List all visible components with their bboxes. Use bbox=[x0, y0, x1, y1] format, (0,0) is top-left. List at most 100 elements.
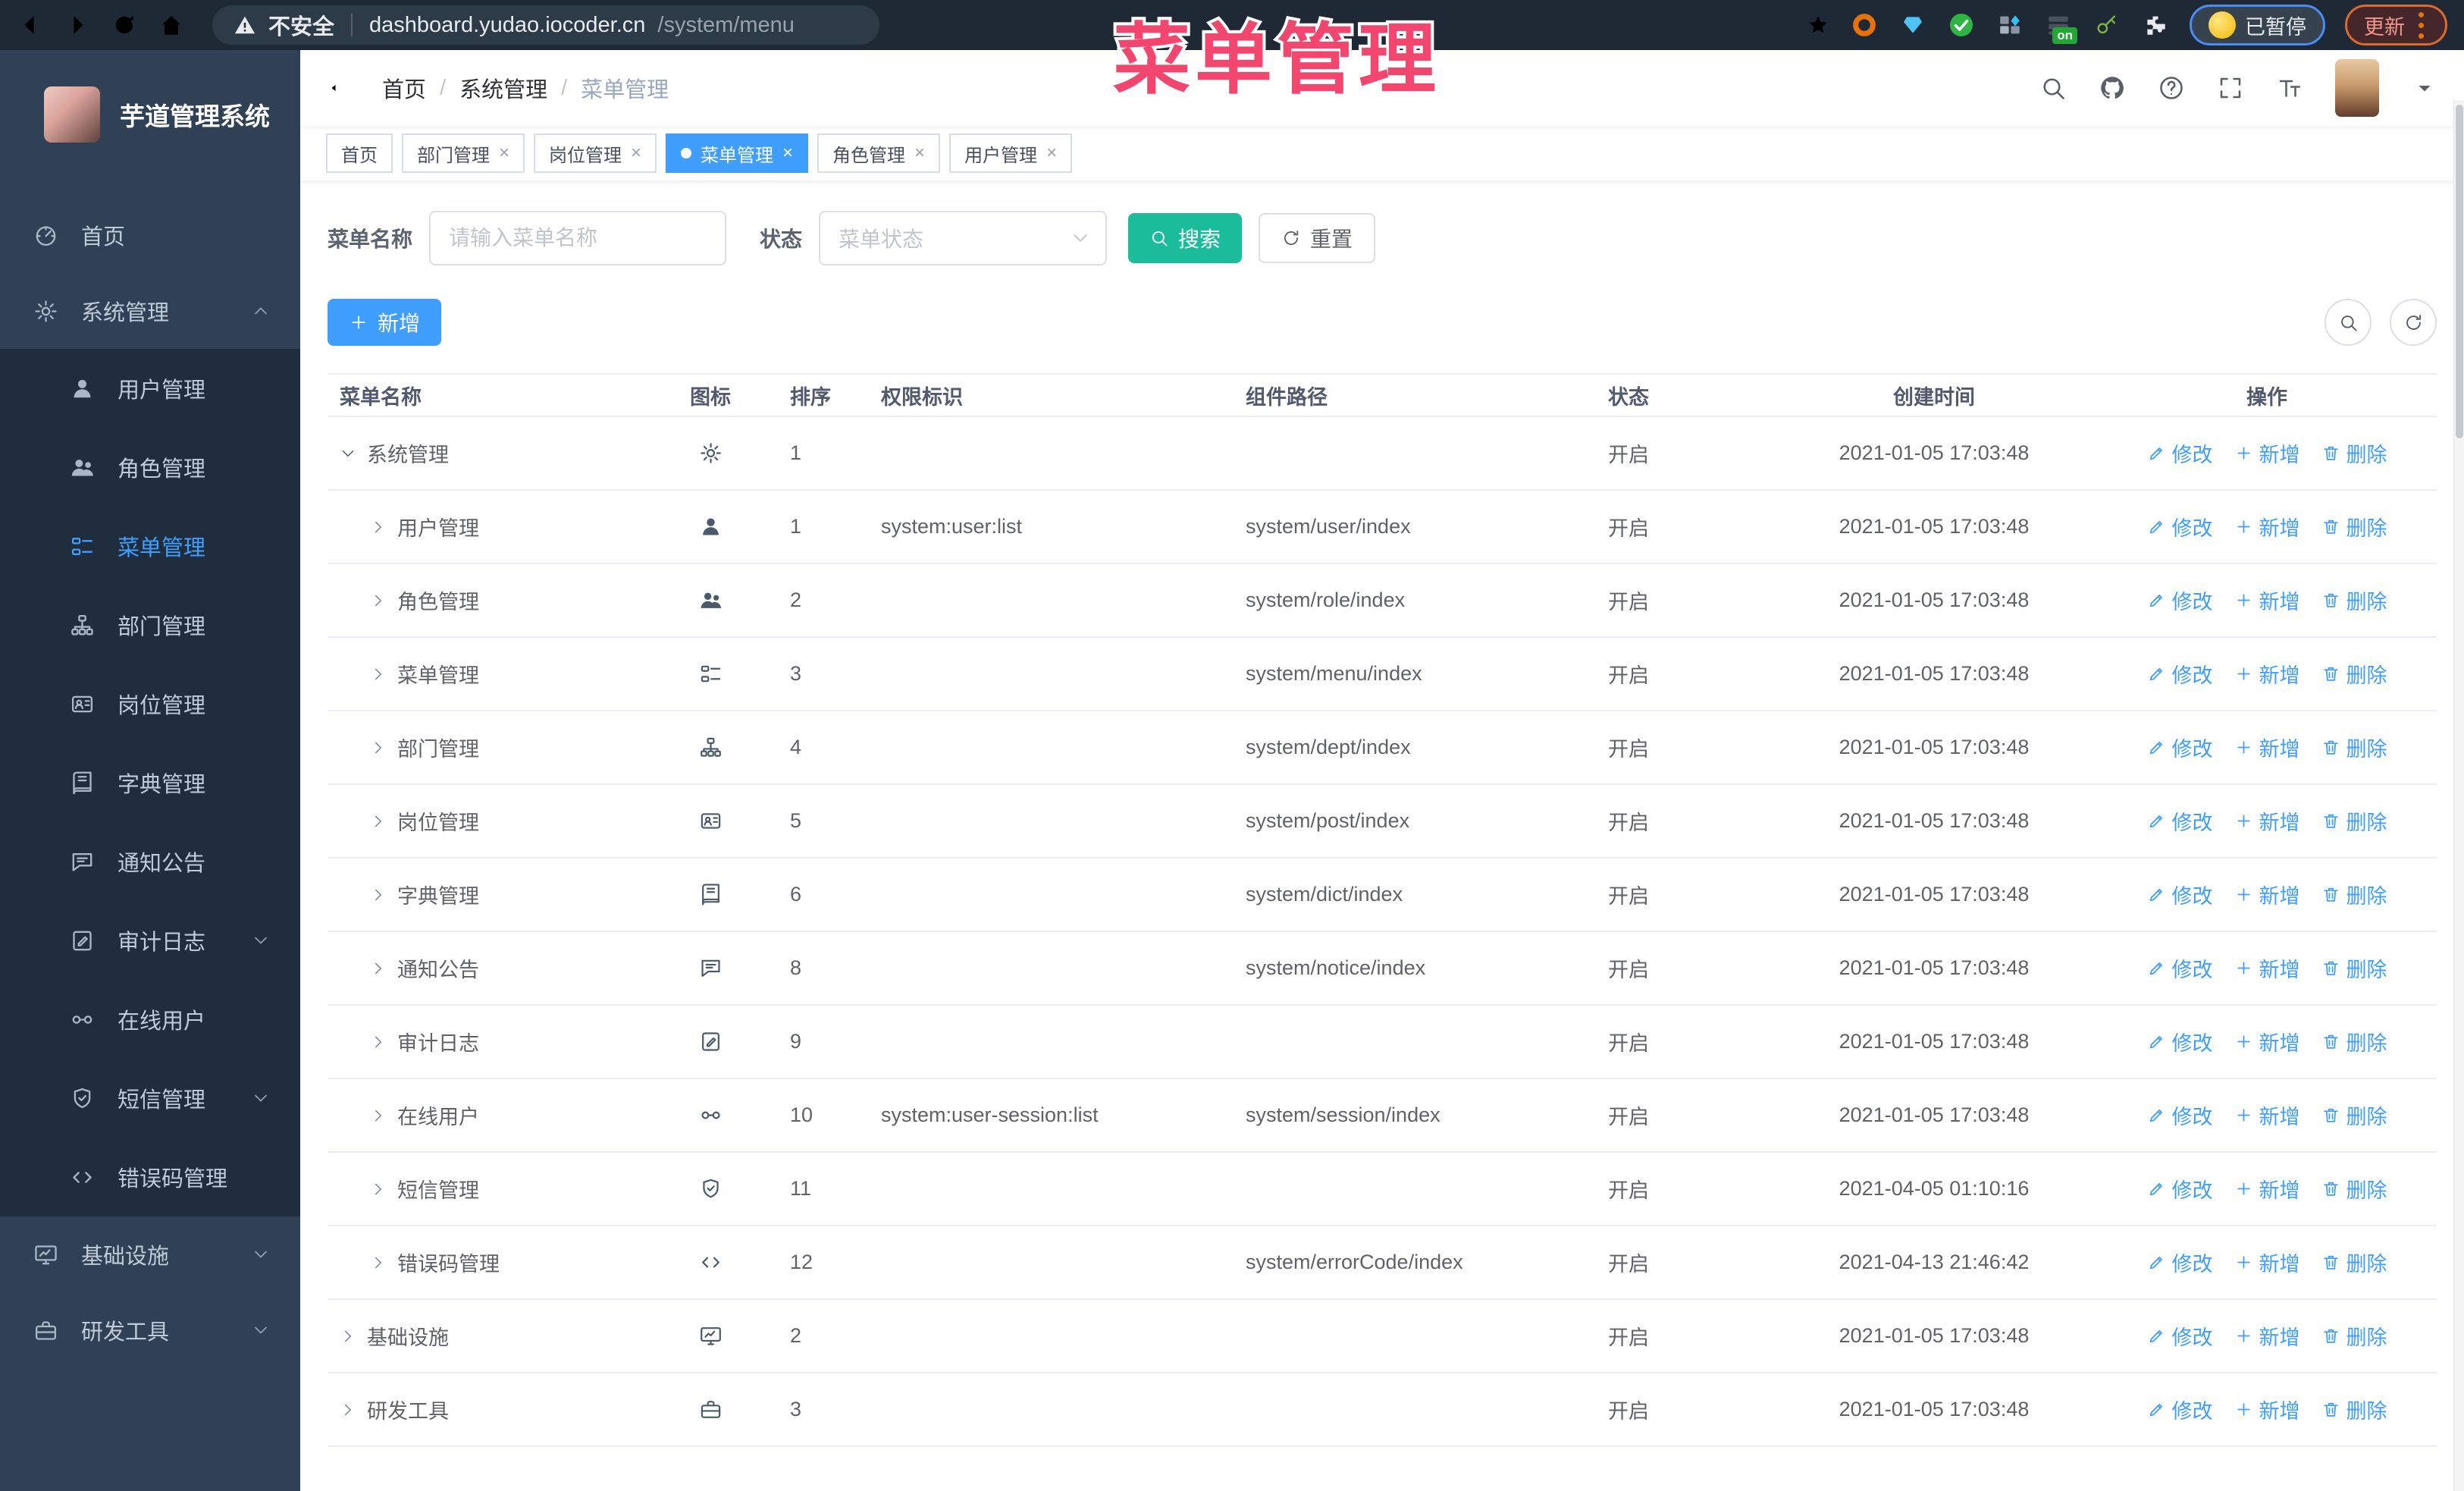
row-expand-icon[interactable] bbox=[370, 739, 387, 756]
tab-menu[interactable]: 菜单管理 × bbox=[666, 133, 809, 173]
tab-role[interactable]: 角色管理 × bbox=[817, 133, 941, 173]
sidebar-item-notice[interactable]: 通知公告 bbox=[0, 822, 300, 901]
tab-dept[interactable]: 部门管理 × bbox=[402, 133, 525, 173]
row-expand-icon[interactable] bbox=[370, 1034, 387, 1050]
row-expand-icon[interactable] bbox=[340, 445, 356, 462]
add-action[interactable]: 新增 bbox=[2234, 1174, 2300, 1204]
sidebar-item-audit[interactable]: 审计日志 bbox=[0, 901, 300, 980]
edit-action[interactable]: 修改 bbox=[2147, 880, 2213, 909]
menu-name-input[interactable] bbox=[429, 211, 727, 265]
delete-action[interactable]: 删除 bbox=[2321, 438, 2387, 468]
toggle-search-button[interactable] bbox=[2324, 299, 2372, 346]
delete-action[interactable]: 删除 bbox=[2321, 1027, 2387, 1056]
add-action[interactable]: 新增 bbox=[2234, 1027, 2300, 1056]
bookmark-star-icon[interactable] bbox=[1806, 13, 1830, 37]
scrollbar-thumb[interactable] bbox=[2456, 105, 2463, 438]
sidebar-item-post[interactable]: 岗位管理 bbox=[0, 664, 300, 743]
row-expand-icon[interactable] bbox=[370, 1254, 387, 1271]
row-expand-icon[interactable] bbox=[370, 666, 387, 683]
extension-icon[interactable] bbox=[2093, 11, 2121, 39]
browser-update-pill[interactable]: 更新 bbox=[2345, 5, 2447, 46]
add-action[interactable]: 新增 bbox=[2234, 1395, 2300, 1424]
caret-down-icon[interactable] bbox=[2411, 74, 2438, 102]
extension-icon[interactable] bbox=[1947, 11, 1976, 39]
add-action[interactable]: 新增 bbox=[2234, 585, 2300, 615]
edit-action[interactable]: 修改 bbox=[2147, 438, 2213, 468]
add-action[interactable]: 新增 bbox=[2234, 1321, 2300, 1351]
row-expand-icon[interactable] bbox=[340, 1402, 356, 1418]
help-icon[interactable] bbox=[2158, 74, 2185, 102]
sidebar-item-session[interactable]: 在线用户 bbox=[0, 980, 300, 1059]
reload-icon[interactable] bbox=[111, 11, 138, 39]
add-action[interactable]: 新增 bbox=[2234, 733, 2300, 762]
back-icon[interactable] bbox=[17, 11, 44, 39]
edit-action[interactable]: 修改 bbox=[2147, 1248, 2213, 1277]
edit-action[interactable]: 修改 bbox=[2147, 1027, 2213, 1056]
fullscreen-icon[interactable] bbox=[2217, 74, 2244, 102]
edit-action[interactable]: 修改 bbox=[2147, 1395, 2213, 1424]
delete-action[interactable]: 删除 bbox=[2321, 585, 2387, 615]
extension-icon[interactable]: on bbox=[2044, 11, 2077, 44]
add-action[interactable]: 新增 bbox=[2234, 438, 2300, 468]
search-button[interactable]: 搜索 bbox=[1128, 213, 1243, 263]
sidebar-item-errcode[interactable]: 错误码管理 bbox=[0, 1138, 300, 1216]
delete-action[interactable]: 删除 bbox=[2321, 1174, 2387, 1204]
refresh-table-button[interactable] bbox=[2390, 299, 2437, 346]
delete-action[interactable]: 删除 bbox=[2321, 733, 2387, 762]
sidebar-item-role[interactable]: 角色管理 bbox=[0, 428, 300, 507]
row-expand-icon[interactable] bbox=[370, 887, 387, 903]
edit-action[interactable]: 修改 bbox=[2147, 953, 2213, 983]
close-icon[interactable]: × bbox=[499, 143, 509, 164]
tab-user[interactable]: 用户管理 × bbox=[949, 133, 1073, 173]
delete-action[interactable]: 删除 bbox=[2321, 1395, 2387, 1424]
hamburger-icon[interactable] bbox=[326, 73, 356, 103]
delete-action[interactable]: 删除 bbox=[2321, 806, 2387, 836]
sidebar-item-sms[interactable]: 短信管理 bbox=[0, 1059, 300, 1138]
close-icon[interactable]: × bbox=[782, 143, 793, 164]
delete-action[interactable]: 删除 bbox=[2321, 1248, 2387, 1277]
forward-icon[interactable] bbox=[64, 11, 91, 39]
user-avatar[interactable] bbox=[2335, 59, 2379, 117]
row-expand-icon[interactable] bbox=[370, 1107, 387, 1124]
add-action[interactable]: 新增 bbox=[2234, 880, 2300, 909]
sidebar-item-menu[interactable]: 菜单管理 bbox=[0, 507, 300, 585]
delete-action[interactable]: 删除 bbox=[2321, 512, 2387, 541]
delete-action[interactable]: 删除 bbox=[2321, 953, 2387, 983]
page-scrollbar[interactable] bbox=[2453, 100, 2464, 1491]
sidebar-item-home[interactable]: 首页 bbox=[0, 197, 300, 273]
close-icon[interactable]: × bbox=[914, 143, 925, 164]
add-button[interactable]: 新增 bbox=[328, 299, 442, 346]
delete-action[interactable]: 删除 bbox=[2321, 1321, 2387, 1351]
add-action[interactable]: 新增 bbox=[2234, 953, 2300, 983]
status-select[interactable]: 菜单状态 bbox=[819, 211, 1108, 265]
font-size-icon[interactable] bbox=[2276, 74, 2303, 102]
row-expand-icon[interactable] bbox=[340, 1328, 356, 1345]
edit-action[interactable]: 修改 bbox=[2147, 585, 2213, 615]
sidebar-item-devtool[interactable]: 研发工具 bbox=[0, 1292, 300, 1368]
edit-action[interactable]: 修改 bbox=[2147, 806, 2213, 836]
row-expand-icon[interactable] bbox=[370, 813, 387, 830]
sidebar-item-dept[interactable]: 部门管理 bbox=[0, 585, 300, 664]
browser-profile-pill[interactable]: 已暂停 bbox=[2190, 5, 2325, 46]
address-bar[interactable]: 不安全 dashboard.yudao.iocoder.cn/system/me… bbox=[212, 5, 879, 45]
add-action[interactable]: 新增 bbox=[2234, 1100, 2300, 1130]
add-action[interactable]: 新增 bbox=[2234, 659, 2300, 689]
edit-action[interactable]: 修改 bbox=[2147, 1321, 2213, 1351]
add-action[interactable]: 新增 bbox=[2234, 806, 2300, 836]
delete-action[interactable]: 删除 bbox=[2321, 659, 2387, 689]
row-expand-icon[interactable] bbox=[370, 960, 387, 977]
search-icon[interactable] bbox=[2039, 74, 2067, 102]
breadcrumb-item[interactable]: 首页 bbox=[382, 72, 426, 104]
close-icon[interactable]: × bbox=[1046, 143, 1057, 164]
tab-home[interactable]: 首页 bbox=[326, 133, 393, 173]
edit-action[interactable]: 修改 bbox=[2147, 733, 2213, 762]
browser-menu-icon[interactable] bbox=[2419, 11, 2424, 39]
delete-action[interactable]: 删除 bbox=[2321, 1100, 2387, 1130]
row-expand-icon[interactable] bbox=[370, 519, 387, 535]
app-logo[interactable]: 芋道管理系统 bbox=[0, 50, 300, 179]
extension-icon[interactable] bbox=[1995, 11, 2024, 39]
sidebar-item-dict[interactable]: 字典管理 bbox=[0, 743, 300, 822]
sidebar-item-system[interactable]: 系统管理 bbox=[0, 273, 300, 349]
edit-action[interactable]: 修改 bbox=[2147, 512, 2213, 541]
edit-action[interactable]: 修改 bbox=[2147, 659, 2213, 689]
